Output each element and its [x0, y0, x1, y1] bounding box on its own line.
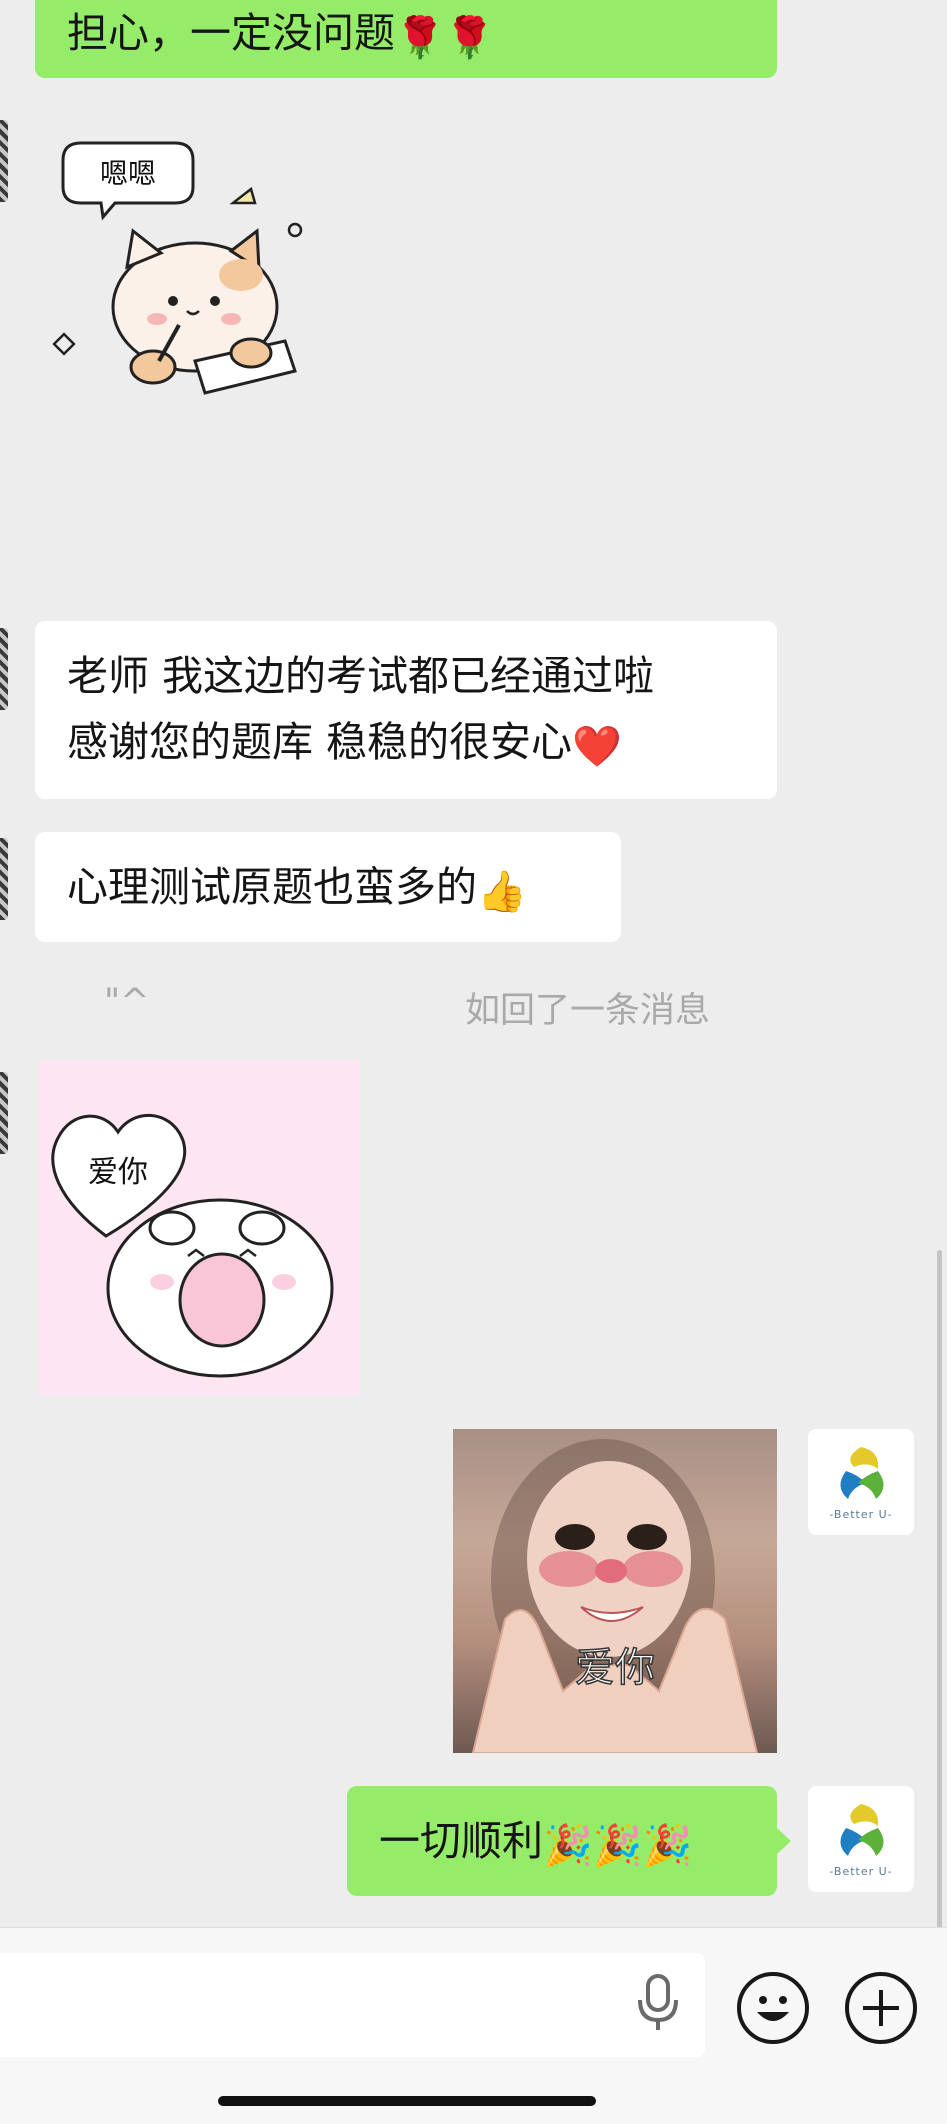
outgoing-message-bubble[interactable]: 一切顺利🎉🎉🎉 — [347, 1786, 777, 1896]
plus-icon — [863, 1990, 899, 2026]
message-text: 担心，一定没问题 — [67, 9, 395, 57]
brand-text: -Better U- — [829, 1865, 893, 1878]
more-button[interactable] — [845, 1972, 917, 2044]
recall-notice: "^ 如回了一条消息 — [0, 982, 947, 1032]
heart-emoji: ❤️ — [572, 724, 622, 770]
contact-avatar[interactable] — [0, 838, 8, 920]
party-popper-emoji: 🎉🎉🎉 — [543, 1823, 693, 1869]
smiley-icon — [757, 1996, 789, 2021]
notice-quote: "^ — [104, 982, 150, 1022]
thumbs-up-emoji: 👍 — [477, 869, 527, 915]
contact-avatar[interactable] — [0, 120, 8, 202]
notice-text: 如回了一条消息 — [465, 991, 711, 1031]
emoji-button[interactable] — [737, 1972, 809, 2044]
outgoing-message-bubble[interactable]: 担心，一定没问题🌹🌹 — [35, 0, 777, 78]
cat-writing-sticker[interactable]: 嗯嗯 — [45, 135, 345, 405]
sticker-text: 嗯嗯 — [100, 157, 156, 190]
message-text: 心理测试原题也蛮多的 — [67, 863, 477, 911]
scrollbar[interactable] — [937, 1250, 942, 1930]
home-indicator[interactable] — [218, 2096, 596, 2106]
contact-avatar[interactable] — [0, 1072, 8, 1154]
love-blob-sticker[interactable]: 爱你 — [38, 1060, 360, 1396]
self-avatar[interactable]: -Better U- — [808, 1786, 914, 1892]
incoming-message-bubble[interactable]: 心理测试原题也蛮多的👍 — [35, 832, 621, 942]
input-bar — [0, 1927, 947, 2124]
sticker-caption: 爱你 — [575, 1645, 655, 1691]
incoming-message-bubble[interactable]: 老师 我这边的考试都已经通过啦 感谢您的题库 稳稳的很安心❤️ — [35, 621, 777, 799]
message-text-line1: 老师 我这边的考试都已经通过啦 — [67, 652, 655, 700]
self-avatar[interactable]: -Better U- — [808, 1429, 914, 1535]
heart-hands-photo-sticker[interactable]: 爱你 — [453, 1429, 777, 1753]
microphone-icon[interactable] — [636, 1974, 680, 2036]
sticker-text: 爱你 — [88, 1155, 148, 1190]
bubble-tail — [777, 1828, 791, 1854]
message-text: 一切顺利 — [379, 1817, 543, 1865]
brand-text: -Better U- — [829, 1508, 893, 1521]
contact-avatar[interactable] — [0, 628, 8, 710]
message-text-line2: 感谢您的题库 稳稳的很安心 — [67, 718, 573, 766]
message-input[interactable] — [0, 1953, 705, 2057]
rose-emoji: 🌹🌹 — [395, 15, 495, 61]
